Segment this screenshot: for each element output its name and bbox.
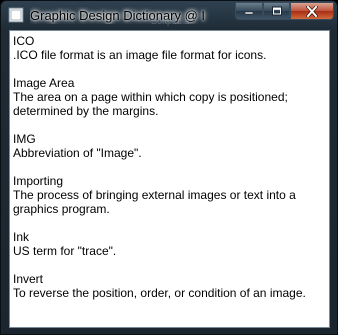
app-window: Graphic Design Dictionary @ I Softpedia …	[0, 0, 338, 335]
definition: Abbreviation of "Image".	[13, 146, 142, 160]
term: Invert	[13, 272, 44, 286]
definitions-content: ICO .ICO file format is an image file fo…	[10, 31, 329, 300]
term: ICO	[13, 34, 35, 48]
term: Ink	[13, 230, 30, 244]
term: Image Area	[13, 76, 75, 90]
entry-img: IMG Abbreviation of "Image".	[13, 132, 329, 160]
entry-ico: ICO .ICO file format is an image file fo…	[13, 34, 329, 62]
maximize-button[interactable]	[263, 2, 290, 20]
close-icon	[306, 5, 318, 17]
definition: The area on a page within which copy is …	[13, 90, 288, 118]
close-button[interactable]	[290, 2, 334, 20]
definitions-textbox[interactable]: ICO .ICO file format is an image file fo…	[9, 30, 330, 328]
term: Importing	[13, 174, 64, 188]
definition: The process of bringing external images …	[13, 188, 296, 216]
entry-importing: Importing The process of bringing extern…	[13, 174, 329, 216]
application-icon[interactable]	[8, 7, 24, 23]
title-bar[interactable]: Graphic Design Dictionary @ I Softpedia	[1, 1, 337, 29]
entry-image-area: Image Area The area on a page within whi…	[13, 76, 329, 118]
minimize-button[interactable]	[235, 2, 263, 20]
entry-invert: Invert To reverse the position, order, o…	[13, 272, 329, 300]
maximize-icon	[271, 6, 282, 16]
term: IMG	[13, 132, 36, 146]
definition: .ICO file format is an image file format…	[13, 48, 267, 62]
definition: US term for "trace".	[13, 244, 117, 258]
definition: To reverse the position, order, or condi…	[13, 286, 306, 300]
watermark: Softpedia	[151, 16, 190, 26]
entry-ink: Ink US term for "trace".	[13, 230, 329, 258]
window-title: Graphic Design Dictionary @ I	[30, 8, 206, 23]
minimize-icon	[244, 11, 254, 15]
